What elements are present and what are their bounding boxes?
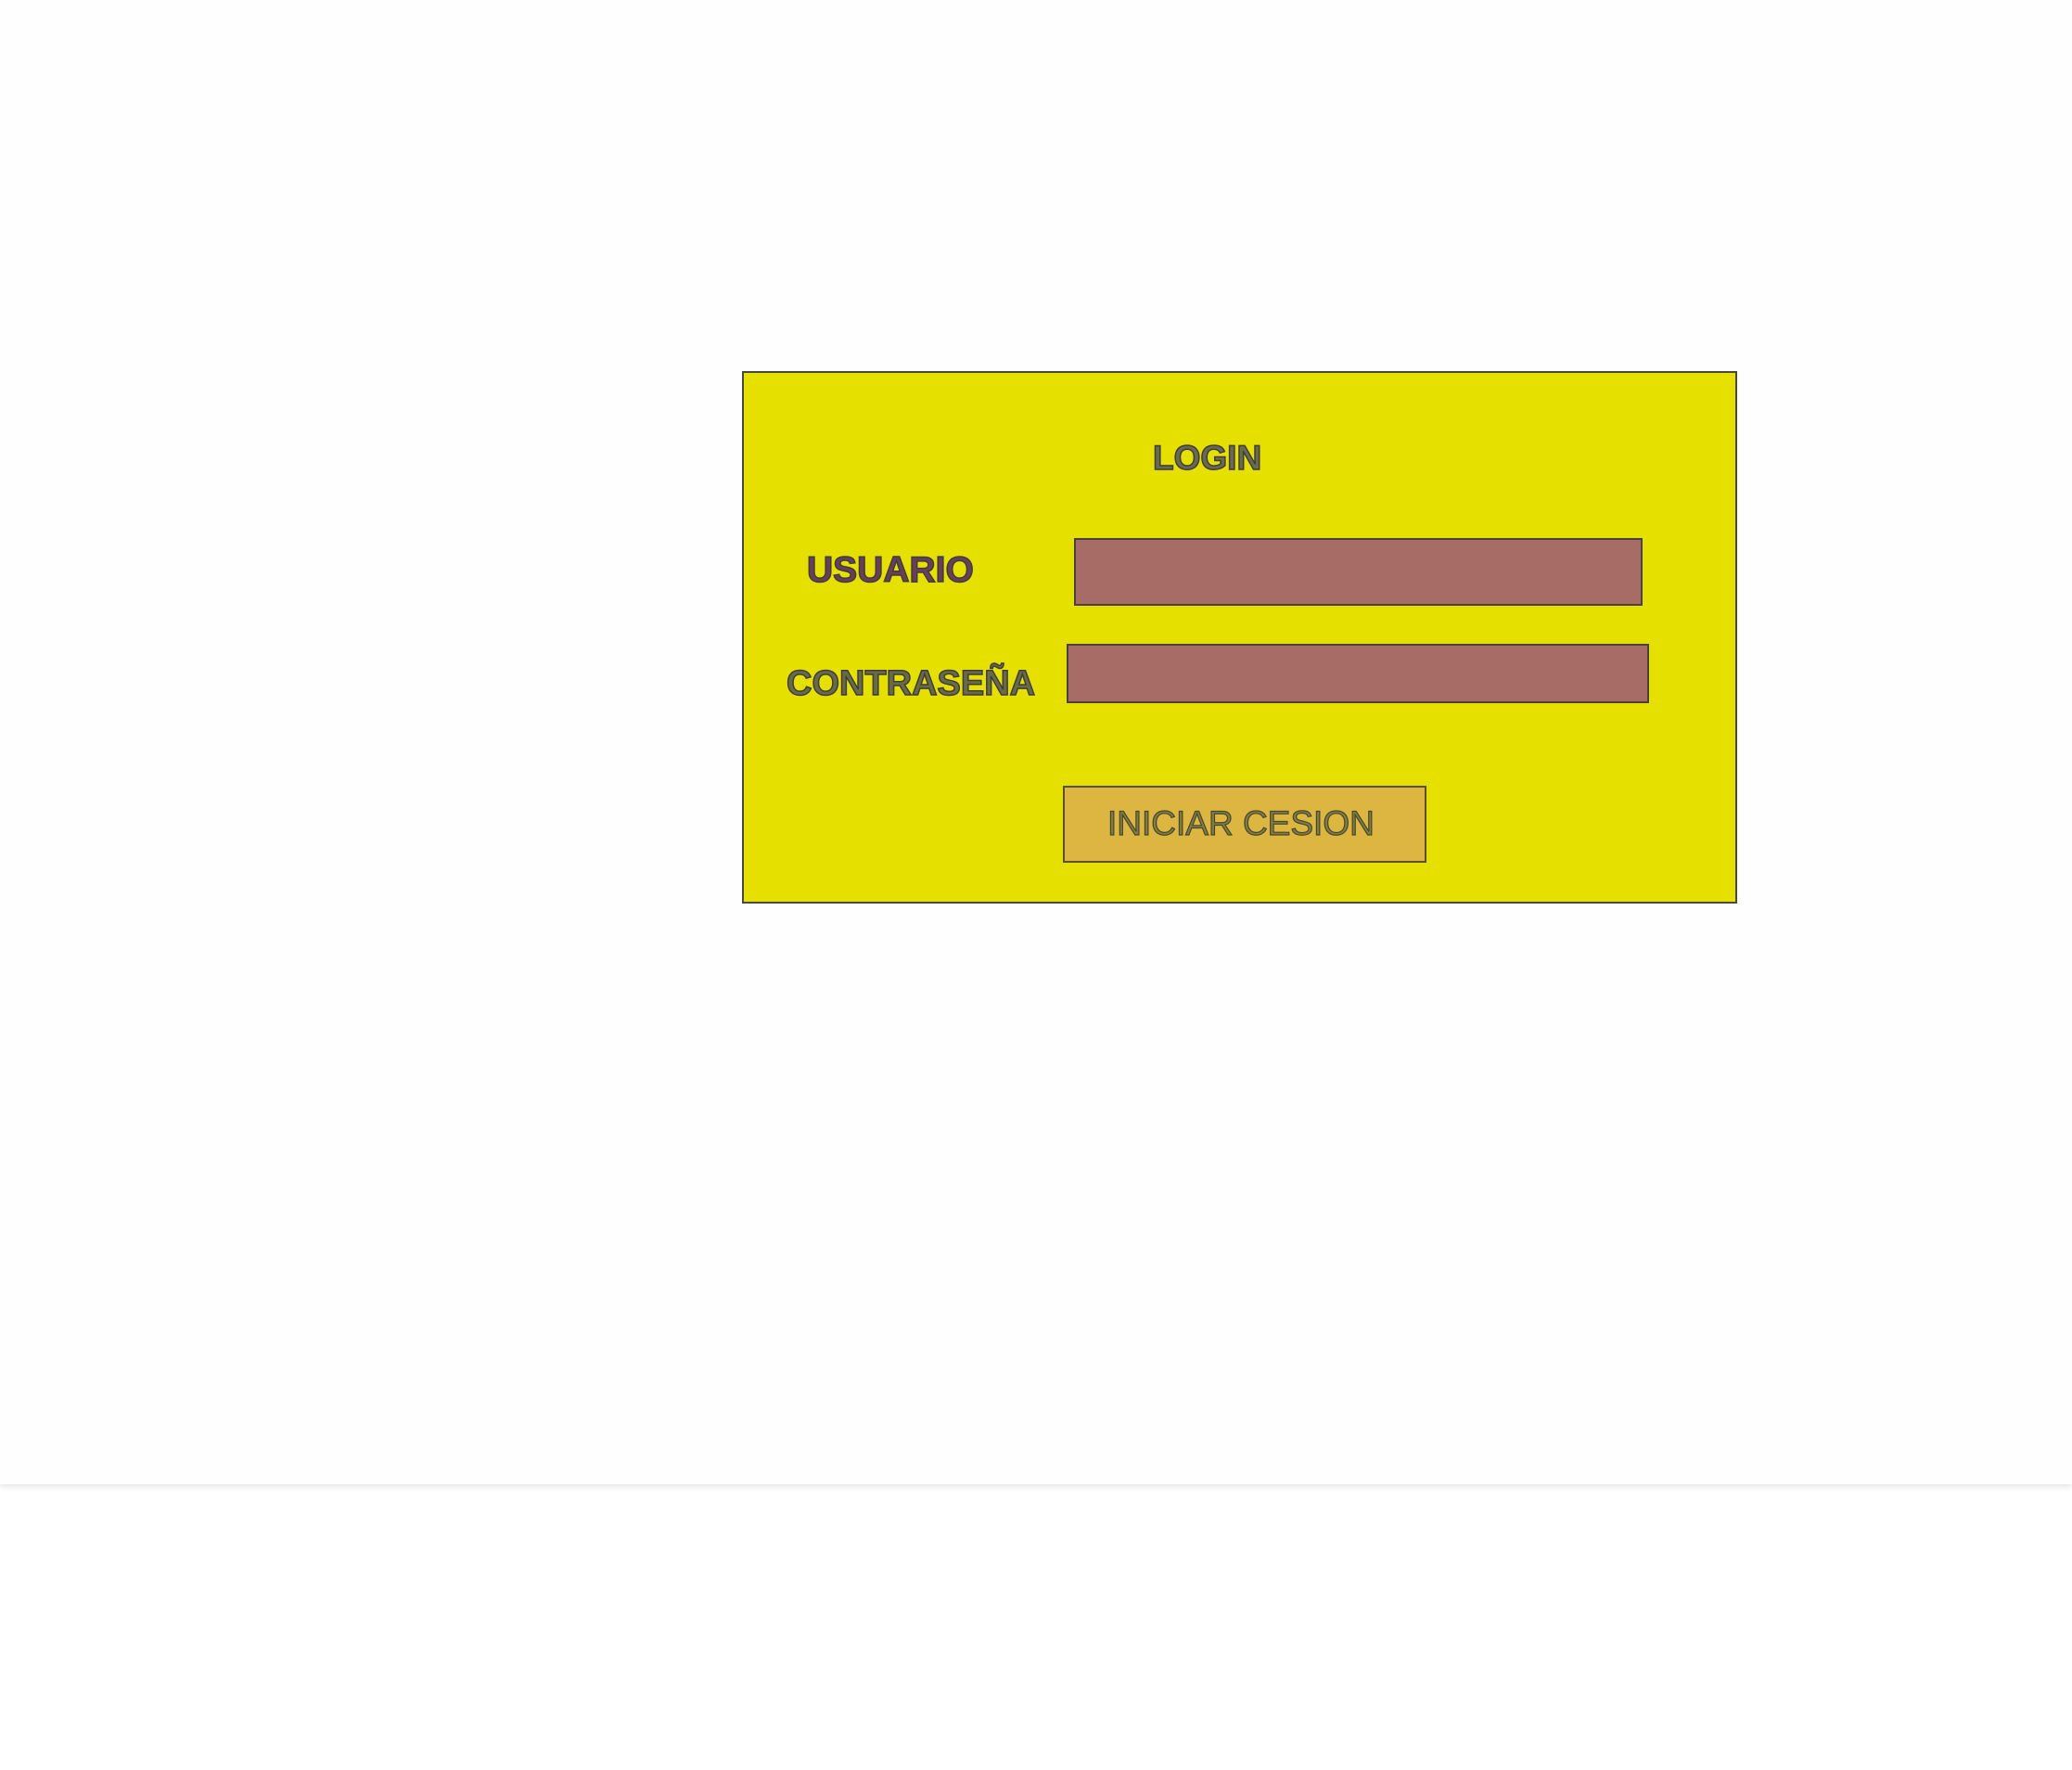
login-title: LOGIN [1152,439,1262,477]
login-panel: LOGIN USUARIO CONTRASEÑA INICIAR CESION [742,371,1737,904]
username-input[interactable] [1074,538,1643,606]
username-label: USUARIO [806,550,974,590]
login-button[interactable]: INICIAR CESION [1063,786,1426,863]
login-button-label: INICIAR CESION [1106,804,1375,842]
page-canvas: LOGIN USUARIO CONTRASEÑA INICIAR CESION [0,0,2072,1484]
password-label: CONTRASEÑA [786,664,1036,703]
password-input[interactable] [1067,644,1649,703]
